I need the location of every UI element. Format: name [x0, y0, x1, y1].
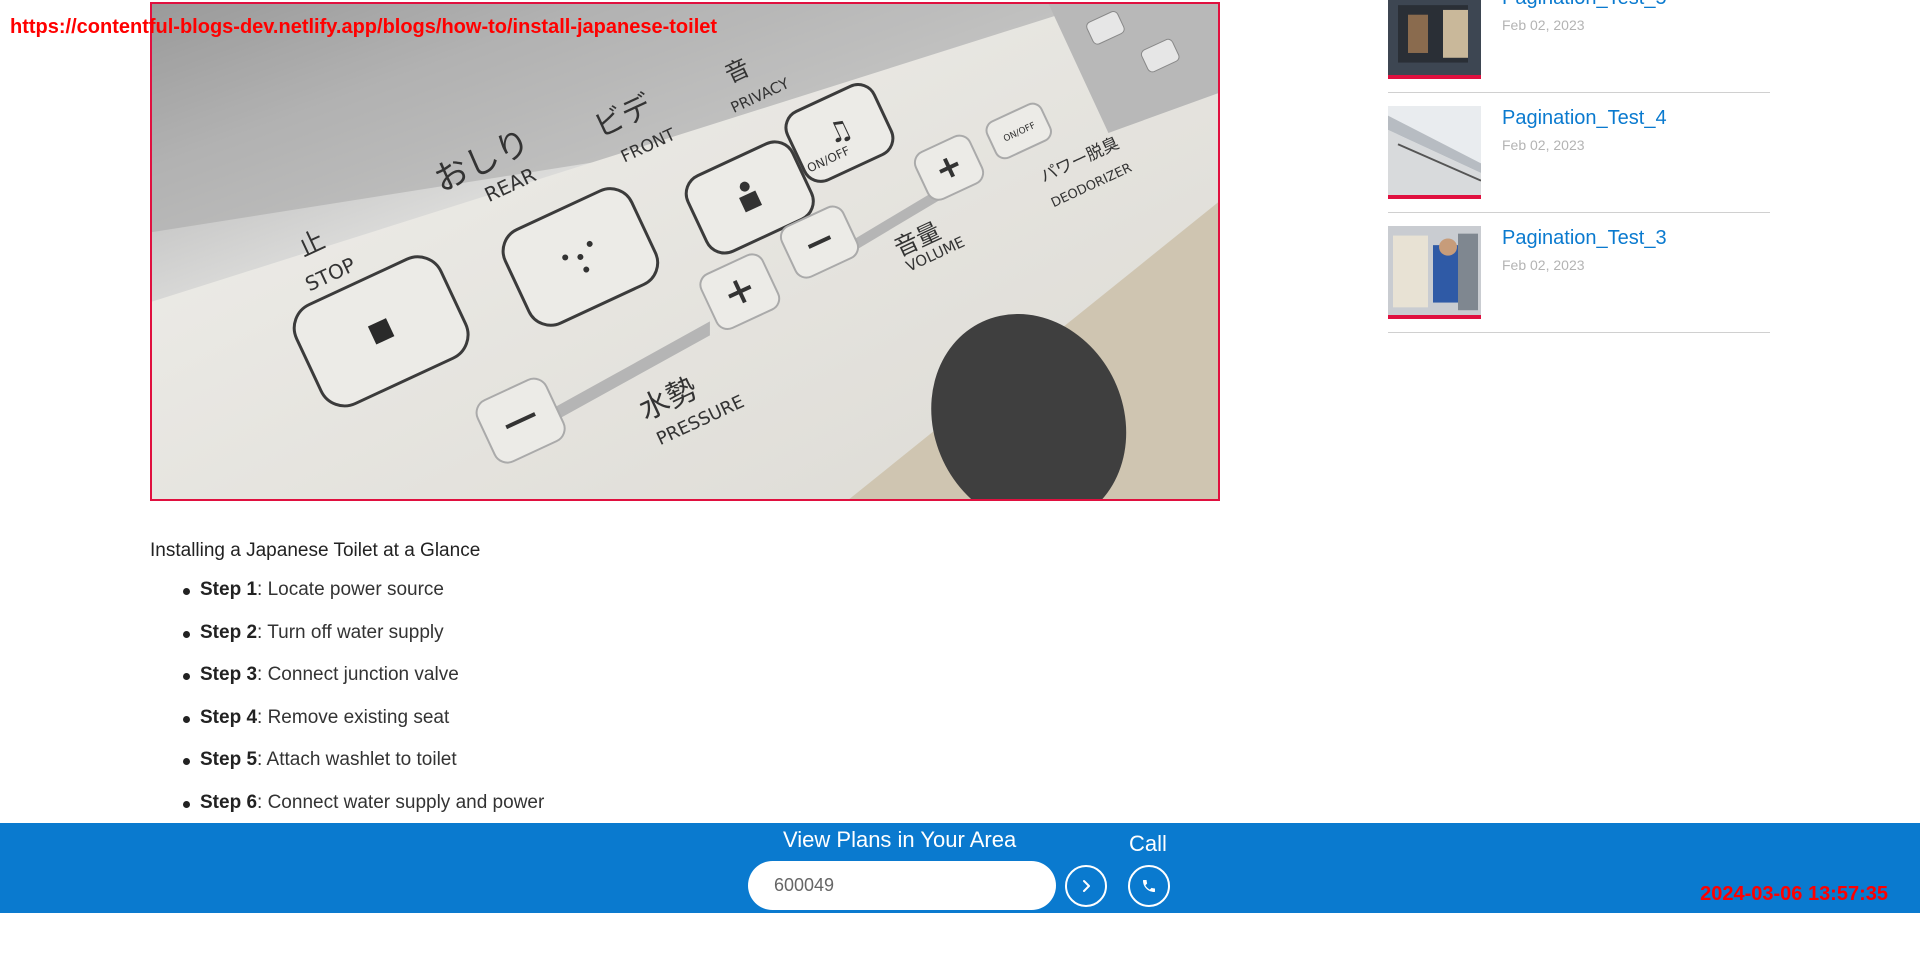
timestamp-overlay: 2024-03-06 13:57:35	[1700, 883, 1888, 905]
related-post-item[interactable]: Pagination_Test_4 Feb 02, 2023	[1388, 93, 1770, 213]
chevron-right-icon	[1083, 880, 1090, 892]
url-overlay: https://contentful-blogs-dev.netlify.app…	[10, 16, 718, 38]
steps-list: Step 1: Locate power source Step 2: Turn…	[150, 578, 1220, 833]
step-text: : Remove existing seat	[257, 706, 450, 728]
article-body: Installing a Japanese Toilet at a Glance…	[150, 540, 1220, 833]
step-text: : Connect water supply and power	[257, 791, 545, 813]
step-label: Step 6	[200, 791, 258, 813]
post-title-link[interactable]: Pagination_Test_5	[1502, 0, 1667, 10]
post-thumbnail[interactable]	[1388, 106, 1481, 199]
related-post-item[interactable]: Pagination_Test_5 Feb 02, 2023	[1388, 0, 1770, 93]
post-date: Feb 02, 2023	[1502, 17, 1585, 33]
step-text: : Attach washlet to toilet	[257, 749, 457, 770]
step-text: : Connect junction valve	[257, 664, 459, 685]
post-date: Feb 02, 2023	[1502, 257, 1585, 273]
list-item: Step 1: Locate power source	[150, 578, 1220, 621]
step-label: Step 5	[200, 749, 258, 770]
step-label: Step 4	[200, 706, 258, 728]
plans-sticky-bar: View Plans in Your Area Call	[0, 823, 1920, 913]
list-item: Step 2: Turn off water supply	[150, 621, 1220, 664]
list-item: Step 4: Remove existing seat	[150, 706, 1220, 749]
post-title-link[interactable]: Pagination_Test_3	[1502, 227, 1667, 250]
post-title-link[interactable]: Pagination_Test_4	[1502, 107, 1667, 130]
toilet-control-panel-illustration: 止 STOP おしり REAR ビデ FRONT ♫ 音 PRIVACY ON/…	[152, 4, 1218, 499]
post-date: Feb 02, 2023	[1502, 137, 1585, 153]
zip-code-input[interactable]	[748, 861, 1056, 910]
related-post-item[interactable]: Pagination_Test_3 Feb 02, 2023	[1388, 213, 1770, 333]
post-thumbnail[interactable]	[1388, 226, 1481, 319]
post-thumbnail[interactable]	[1388, 0, 1481, 79]
hero-image: 止 STOP おしり REAR ビデ FRONT ♫ 音 PRIVACY ON/…	[150, 2, 1220, 501]
call-button[interactable]	[1128, 865, 1170, 907]
call-label: Call	[1129, 831, 1167, 856]
list-item: Step 3: Connect junction valve	[150, 663, 1220, 706]
step-text: : Turn off water supply	[257, 621, 444, 643]
zip-submit-button[interactable]	[1065, 865, 1107, 907]
step-label: Step 2	[200, 621, 258, 643]
list-item: Step 5: Attach washlet to toilet	[150, 748, 1220, 791]
step-label: Step 3	[200, 664, 258, 685]
glance-heading: Installing a Japanese Toilet at a Glance	[150, 540, 481, 561]
phone-icon	[1143, 880, 1155, 892]
step-text: : Locate power source	[257, 579, 444, 600]
view-plans-label: View Plans in Your Area	[783, 827, 1017, 852]
step-label: Step 1	[200, 579, 258, 600]
